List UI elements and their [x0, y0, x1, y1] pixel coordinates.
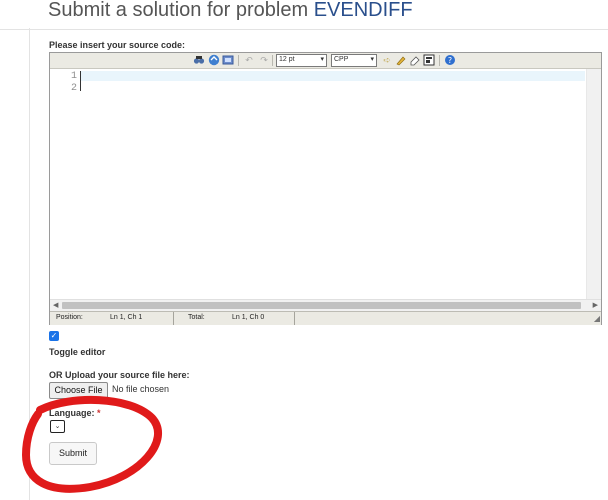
status-separator: [173, 312, 174, 325]
chevron-down-icon: ▾: [320, 56, 324, 63]
font-size-select[interactable]: 12 pt ▾: [276, 54, 327, 67]
active-line-highlight: [80, 71, 585, 81]
language-select[interactable]: ⌄: [50, 420, 65, 433]
help-icon[interactable]: ?: [444, 54, 456, 66]
syntax-value: CPP: [334, 56, 349, 63]
highlight-icon[interactable]: ➪: [381, 54, 393, 66]
submit-button[interactable]: Submit: [49, 442, 97, 465]
word-wrap-icon[interactable]: [423, 54, 435, 66]
scrollbar-thumb[interactable]: [62, 302, 581, 309]
upload-label: OR Upload your source file here:: [49, 370, 190, 380]
language-label-text: Language:: [49, 408, 95, 418]
eraser-icon[interactable]: [409, 54, 421, 66]
replace-icon[interactable]: [208, 54, 220, 66]
header: Submit a solution for problem EVENDIFF: [0, 0, 608, 30]
page-title: Submit a solution for problem EVENDIFF: [48, 0, 413, 22]
status-separator: [294, 312, 295, 325]
line-number-gutter: 1 2: [50, 69, 78, 299]
resize-grip-icon[interactable]: ◢: [594, 314, 600, 324]
left-divider: [29, 28, 30, 500]
source-code-label: Please insert your source code:: [49, 40, 186, 50]
toggle-editor-label: Toggle editor: [49, 347, 106, 357]
position-value: Ln 1, Ch 1: [110, 314, 143, 321]
toolbar-separator: [439, 55, 440, 66]
file-status: No file chosen: [112, 384, 170, 394]
font-size-value: 12 pt: [279, 56, 295, 63]
scroll-left-icon[interactable]: ◀: [53, 300, 58, 311]
toolbar-separator: [238, 55, 239, 66]
code-area[interactable]: 1 2: [50, 69, 601, 299]
syntax-select[interactable]: CPP ▾: [331, 54, 377, 67]
fullscreen-icon[interactable]: [222, 54, 234, 66]
vertical-scrollbar[interactable]: [586, 69, 601, 299]
editor-toolbar: ↶ ↷ 12 pt ▾ CPP ▾ ➪ ?: [50, 53, 601, 69]
line-number: 1: [70, 71, 77, 82]
problem-code: EVENDIFF: [313, 0, 413, 21]
search-icon[interactable]: [193, 54, 205, 66]
total-value: Ln 1, Ch 0: [232, 314, 265, 321]
chevron-down-icon: ⌄: [54, 423, 61, 430]
horizontal-scrollbar[interactable]: ◀ ▶: [50, 299, 601, 311]
required-mark: *: [97, 408, 101, 418]
choose-file-button[interactable]: Choose File: [49, 382, 108, 399]
language-label: Language: *: [49, 408, 101, 418]
code-editor[interactable]: ↶ ↷ 12 pt ▾ CPP ▾ ➪ ? 1 2 ◀ ▶ Position: …: [49, 52, 602, 325]
position-label: Position:: [56, 314, 83, 321]
editor-statusbar: Position: Ln 1, Ch 1 Total: Ln 1, Ch 0 ◢: [50, 311, 601, 325]
svg-text:?: ?: [448, 56, 452, 65]
undo-icon[interactable]: ↶: [243, 54, 255, 66]
scroll-right-icon[interactable]: ▶: [593, 300, 598, 311]
text-cursor: [80, 71, 81, 91]
toolbar-separator: [272, 55, 273, 66]
line-number: 2: [70, 83, 77, 94]
redo-icon[interactable]: ↷: [258, 54, 270, 66]
page-title-text: Submit a solution for problem: [48, 0, 309, 21]
reset-icon[interactable]: [395, 54, 407, 66]
chevron-down-icon: ▾: [370, 56, 374, 63]
total-label: Total:: [188, 314, 205, 321]
toggle-editor-checkbox[interactable]: ✓: [49, 331, 59, 341]
